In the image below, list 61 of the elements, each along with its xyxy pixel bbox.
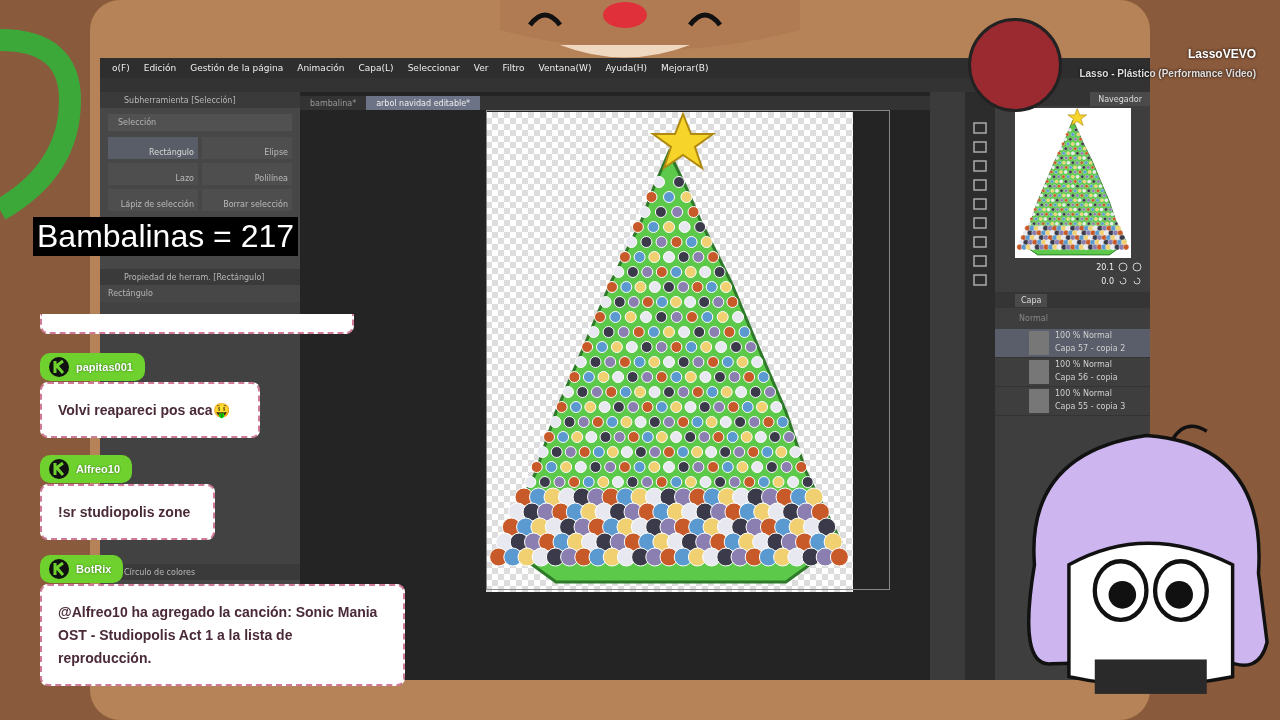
username: Alfreo10 <box>76 463 121 475</box>
window-icon <box>973 217 987 229</box>
tool-button[interactable]: Lápiz de selección <box>108 189 198 211</box>
k-logo-icon <box>48 356 70 378</box>
layer-row[interactable]: 100 % Normal Capa 57 - copia 2 <box>995 329 1150 358</box>
layer-thumbnail <box>1029 389 1049 413</box>
layer-mode: 100 % Normal <box>1055 360 1113 369</box>
angle-value: 0.0 <box>1101 276 1114 286</box>
menu-item[interactable]: Capa(L) <box>358 63 394 73</box>
navigator-tab[interactable]: Navegador <box>1090 92 1150 106</box>
layer-name: Capa 57 - copia 2 <box>1055 344 1126 353</box>
k-logo-icon <box>48 458 70 480</box>
window-icon <box>973 198 987 210</box>
zoom-out-icon <box>1118 262 1128 272</box>
chat-message: !sr studiopolis zone <box>40 484 215 540</box>
layer-thumbnail <box>1029 360 1049 384</box>
chat-message: @Alfreo10 ha agregado la canción: Sonic Mania OST - Studiopolis Act 1 a la lista de reproducción. <box>40 584 405 686</box>
menu-item[interactable]: Mejorar(B) <box>661 63 709 73</box>
window-icon <box>973 179 987 191</box>
tool-button[interactable]: Rectángulo <box>108 137 198 159</box>
tool-button[interactable]: Polilínea <box>202 163 292 185</box>
username: papitas001 <box>76 361 133 373</box>
menu-item[interactable]: Ventana(W) <box>538 63 592 73</box>
username: BotRix <box>76 563 112 575</box>
tool-button[interactable]: Borrar selección <box>202 189 292 211</box>
window-icon <box>973 122 987 134</box>
layer-tab[interactable]: Capa <box>1015 293 1048 307</box>
counter-text: Bambalinas = 217 <box>33 217 299 256</box>
panel-title: Propiedad de herram. [Rectángulo] <box>100 269 300 285</box>
layer-name: Capa 55 - copia 3 <box>1055 402 1126 411</box>
tool-group-label: Selección <box>108 114 292 131</box>
layer-row[interactable]: 100 % Normal Capa 56 - copia <box>995 358 1150 387</box>
k-logo-icon <box>48 558 70 580</box>
menu-item[interactable]: Ver <box>473 63 489 73</box>
layer-name: Capa 56 - copia <box>1055 373 1118 382</box>
song-title: Lasso - Plástico (Performance Video) <box>1079 68 1256 79</box>
layer-mode: 100 % Normal <box>1055 389 1113 398</box>
layer-row[interactable]: 100 % Normal Capa 55 - copia 3 <box>995 387 1150 416</box>
menu-item[interactable]: Animación <box>297 63 345 73</box>
menu-item[interactable]: Filtro <box>502 63 525 73</box>
layer-thumbnail <box>1029 331 1049 355</box>
menu-item[interactable]: Seleccionar <box>407 63 460 73</box>
zoom-value: 20.1 <box>1096 262 1114 272</box>
document-tab[interactable]: arbol navidad editable* <box>366 96 481 110</box>
chat-message: Volvi reapareci pos aca🤑 <box>40 382 260 438</box>
panel-title: Subherramienta [Selección] <box>100 92 300 108</box>
menu-item[interactable]: Edición <box>143 63 177 73</box>
window-icon <box>973 274 987 286</box>
menu-item[interactable]: o(F) <box>112 63 130 73</box>
layer-mode: 100 % Normal <box>1055 331 1113 340</box>
artist-name: LassoVEVO <box>1187 47 1256 61</box>
zoom-in-icon <box>1132 262 1142 272</box>
tool-button[interactable]: Elipse <box>202 137 292 159</box>
menu-item[interactable]: Gestión de la página <box>190 63 284 73</box>
menu-item[interactable]: Ayuda(H) <box>605 63 647 73</box>
window-icon <box>973 160 987 172</box>
window-icon <box>973 255 987 267</box>
tool-button[interactable]: Lazo <box>108 163 198 185</box>
window-icon <box>973 141 987 153</box>
window-icon <box>973 236 987 248</box>
property-label: Rectángulo <box>107 288 154 300</box>
